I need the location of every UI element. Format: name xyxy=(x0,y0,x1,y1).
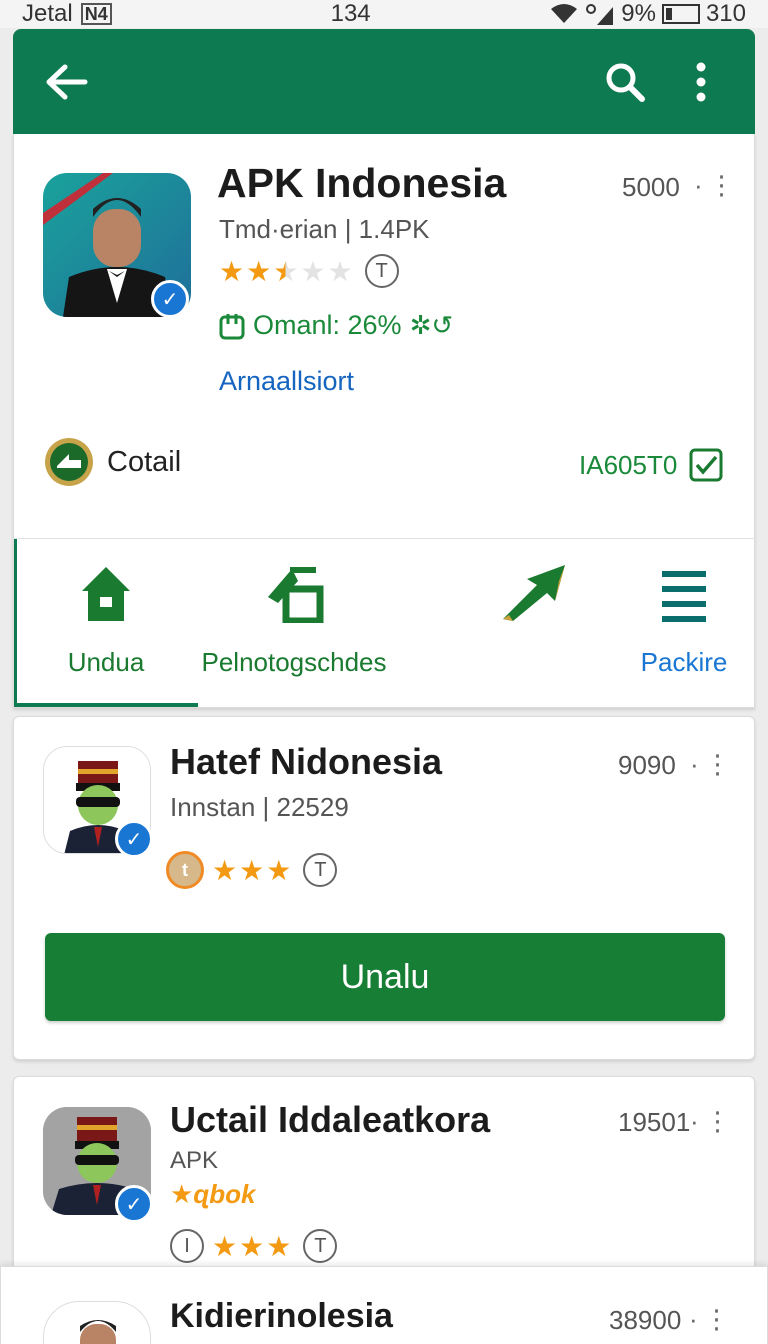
sparkle-icon: ✲↺ xyxy=(409,310,454,340)
download-count: 38900 xyxy=(609,1305,682,1335)
nav-label: Undua xyxy=(67,647,145,677)
trending-icon xyxy=(503,565,565,621)
carrier-label: Jetal xyxy=(22,0,73,27)
battery-percent: 9% xyxy=(621,0,656,27)
nav-item-pelnotogschdes[interactable]: Pelnotogschdes xyxy=(194,539,394,707)
app-title: APK Indonesia xyxy=(217,160,507,206)
app-subtitle: Innstan | 22529 xyxy=(170,792,349,822)
install-button[interactable]: Unalu xyxy=(45,933,725,1021)
list-icon xyxy=(662,571,706,622)
clock: 134 xyxy=(330,0,371,27)
app-subtitle: Tmd·erian | 1.4PK xyxy=(219,214,430,244)
status-extra: 310 xyxy=(705,0,746,27)
star-icon: ★ xyxy=(246,255,272,287)
package-icon xyxy=(219,313,245,339)
download-count: 9090 xyxy=(618,750,676,780)
star-icon: ★ xyxy=(212,854,238,886)
home-icon xyxy=(82,567,130,621)
person-portrait-icon xyxy=(80,1320,116,1344)
nav-label: Packire xyxy=(640,647,728,677)
nav-label: Pelnotogschdes xyxy=(201,647,387,677)
more-vert-icon xyxy=(696,62,706,101)
details-link[interactable]: Arnaallsiort xyxy=(219,366,354,397)
app-title: Hatef Nidonesia xyxy=(170,741,443,782)
app-tag: ★ɋbok xyxy=(170,1179,256,1209)
search-icon xyxy=(606,63,645,102)
app-title: Kidierinolesia xyxy=(170,1297,393,1335)
featured-app-card[interactable]: ✓ APK Indonesia 5000 ·⋮ Tmd·erian | 1.4P… xyxy=(13,134,756,708)
download-count: 19501 xyxy=(618,1107,691,1137)
star-icon: ★ xyxy=(239,854,265,886)
signal-icon xyxy=(586,4,614,25)
star-half-icon: ★ xyxy=(273,255,299,287)
app-avatar xyxy=(43,1301,151,1344)
progress-text: Omanl: 26% xyxy=(253,310,402,340)
star-icon: ★ xyxy=(266,854,292,886)
info-icon[interactable]: T xyxy=(303,853,338,887)
network-indicator: N4 xyxy=(80,3,112,25)
app-card[interactable]: ✓ Uctail Iddaleatkora 19501 ·⋮ APK ★ɋbok… xyxy=(13,1076,755,1276)
category-nav: Undua Pelnotogschdes Packire xyxy=(14,539,756,707)
star-icon: ★ xyxy=(239,1230,265,1262)
app-subtitle: APK xyxy=(170,1147,219,1174)
app-card[interactable]: Kidierinolesia 38900 ·⋮ xyxy=(0,1266,768,1344)
verified-badge-icon: ✓ xyxy=(151,280,189,318)
nav-item-trending[interactable] xyxy=(474,539,594,707)
badge-row: Cotail xyxy=(43,436,181,488)
badge-seal-icon xyxy=(45,438,93,486)
rating-stars: ★ ★ ★ ★ ★ T xyxy=(219,254,399,288)
card-menu-button[interactable]: ·⋮ xyxy=(690,1106,737,1137)
download-count: 5000 xyxy=(622,172,680,202)
card-menu-button[interactable]: ·⋮ xyxy=(690,749,737,780)
info-icon[interactable]: T xyxy=(364,254,399,288)
card-menu-button[interactable]: ·⋮ xyxy=(694,170,741,201)
arrow-back-icon xyxy=(46,64,88,99)
rating-stars: I ★ ★ ★ T xyxy=(170,1229,338,1263)
app-code: IA605T0 xyxy=(579,449,678,480)
battery-icon xyxy=(661,4,700,24)
nav-item-undua[interactable]: Undua xyxy=(44,539,168,707)
verified-badge-icon: ✓ xyxy=(115,1185,153,1223)
checkbox-checked-icon xyxy=(689,448,723,482)
nav-item-packire[interactable]: Packire xyxy=(624,539,744,707)
card-menu-button[interactable]: ·⋮ xyxy=(689,1304,736,1335)
info-icon[interactable]: T xyxy=(303,1229,338,1263)
info-icon[interactable]: I xyxy=(170,1229,204,1263)
nav-accent-bar xyxy=(14,539,17,707)
verified-badge-icon: ✓ xyxy=(115,820,153,858)
status-bar: Jetal N4 134 9% 310 xyxy=(0,0,768,28)
overflow-menu-button[interactable] xyxy=(673,54,729,110)
star-icon: ★ xyxy=(219,255,245,287)
coin-icon: t xyxy=(166,851,204,889)
back-button[interactable] xyxy=(39,54,95,110)
badge-label: Cotail xyxy=(107,445,182,478)
progress-row: Omanl: 26% ✲↺ xyxy=(219,310,453,341)
nav-active-indicator xyxy=(14,703,198,707)
app-bar xyxy=(13,29,755,134)
install-icon xyxy=(268,567,324,623)
search-button[interactable] xyxy=(597,54,653,110)
code-row[interactable]: IA605T0 xyxy=(579,448,723,482)
star-empty-icon: ★ xyxy=(300,255,326,287)
app-card[interactable]: ✓ Hatef Nidonesia 9090 ·⋮ Innstan | 2252… xyxy=(13,716,755,1060)
star-empty-icon: ★ xyxy=(327,255,353,287)
rating-stars: t ★ ★ ★ T xyxy=(166,851,338,889)
star-icon: ★ xyxy=(266,1230,292,1262)
app-title: Uctail Iddaleatkora xyxy=(170,1099,491,1140)
star-icon: ★ xyxy=(212,1230,238,1262)
wifi-icon xyxy=(551,4,578,23)
